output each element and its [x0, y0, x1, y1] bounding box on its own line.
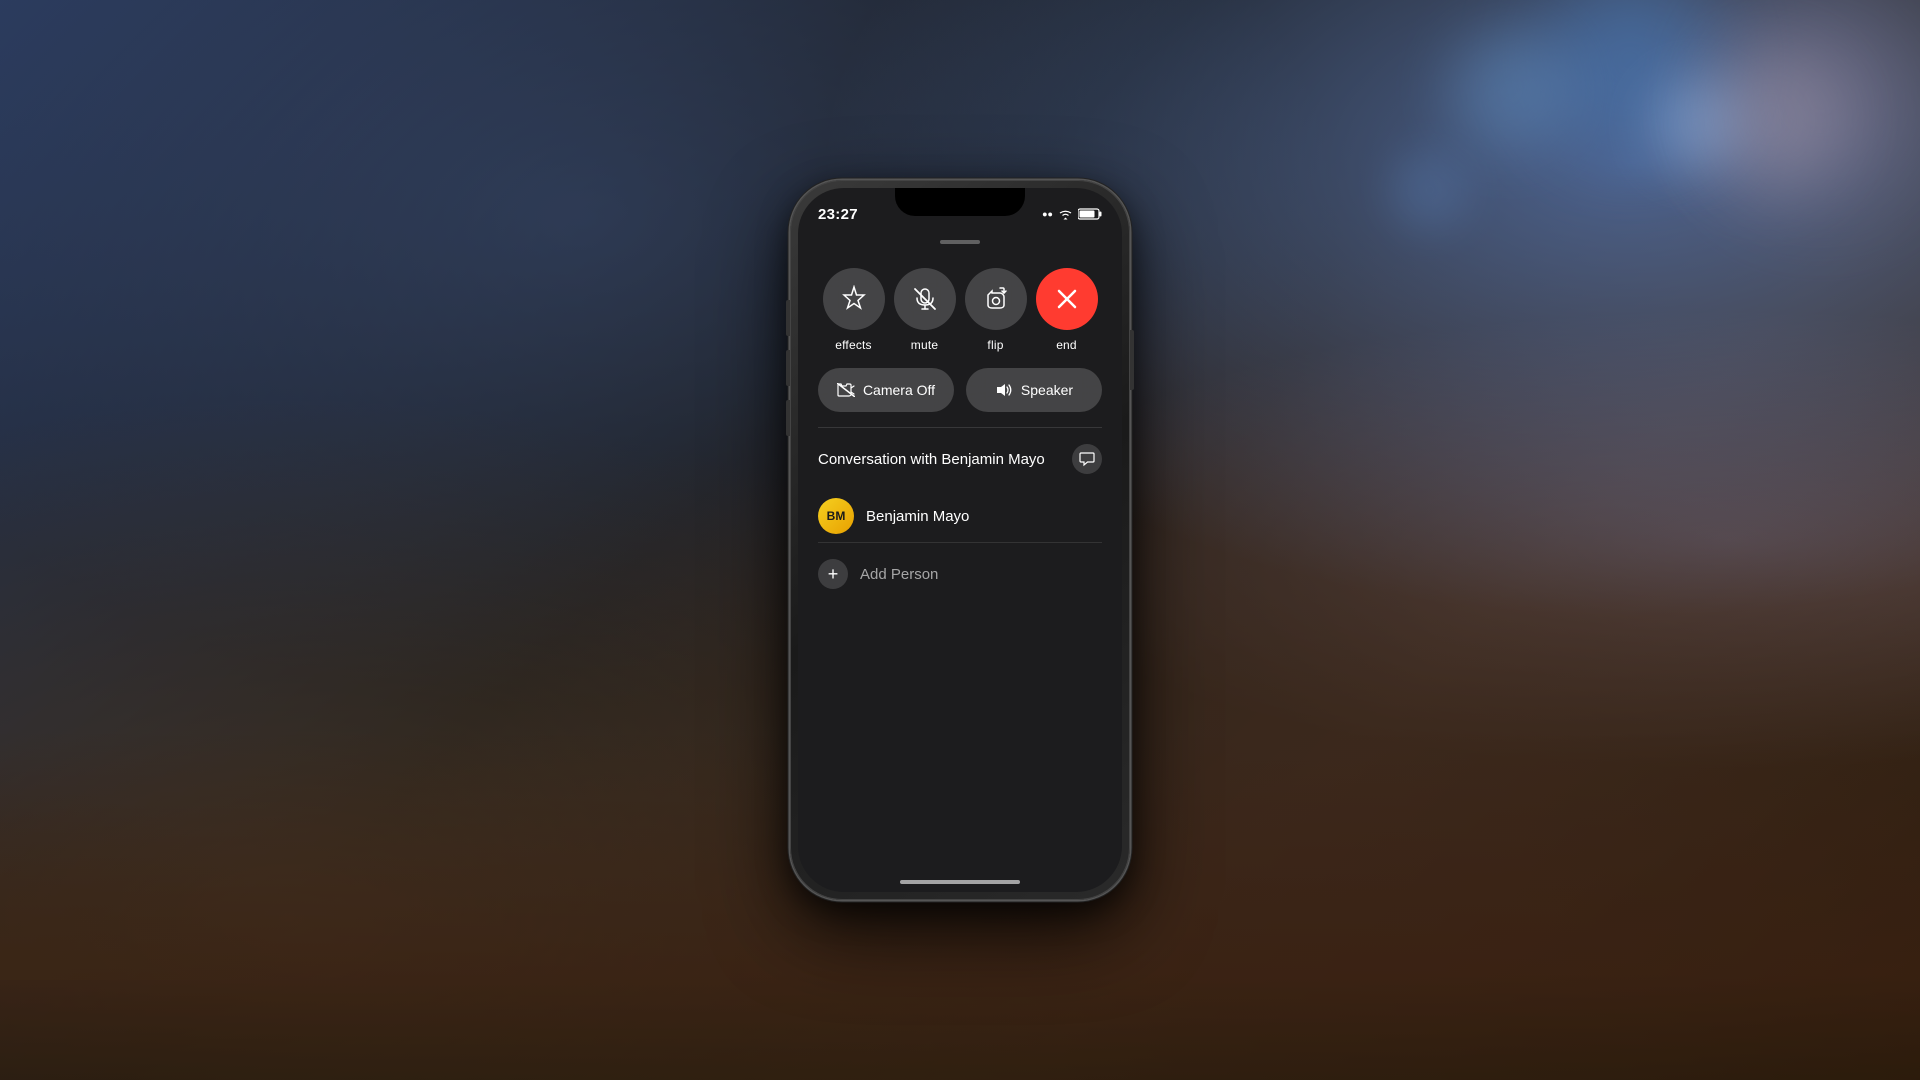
contact-row: BM Benjamin Mayo: [818, 490, 1102, 543]
conversation-header: Conversation with Benjamin Mayo: [818, 444, 1102, 474]
mute-label: mute: [911, 338, 938, 352]
flip-button-circle: [965, 268, 1027, 330]
plus-icon: +: [828, 565, 839, 583]
star-icon: [840, 285, 868, 313]
flip-label: flip: [987, 338, 1003, 352]
notch: [895, 188, 1025, 216]
camera-off-button[interactable]: Camera Off: [818, 368, 954, 412]
status-icons: ●●: [1042, 208, 1102, 220]
speaker-icon: [995, 383, 1013, 397]
mic-off-icon: [911, 285, 939, 313]
message-icon-button[interactable]: [1072, 444, 1102, 474]
end-button-circle: [1036, 268, 1098, 330]
end-call-icon: [1053, 285, 1081, 313]
signal-icon: ●●: [1042, 209, 1053, 219]
end-button[interactable]: end: [1036, 268, 1098, 352]
wifi-icon: [1058, 209, 1073, 220]
main-buttons-row: effects: [818, 268, 1102, 352]
secondary-buttons-row: Camera Off Speaker: [818, 368, 1102, 412]
mute-button-circle: [894, 268, 956, 330]
add-person-row[interactable]: + Add Person: [818, 551, 1102, 597]
chat-bubble-icon: [1079, 451, 1095, 467]
flip-button[interactable]: flip: [965, 268, 1027, 352]
conversation-section: Conversation with Benjamin Mayo BM Benja…: [798, 428, 1122, 597]
camera-flip-icon: [982, 285, 1010, 313]
status-time: 23:27: [818, 206, 858, 223]
conversation-title: Conversation with Benjamin Mayo: [818, 451, 1045, 468]
effects-label: effects: [835, 338, 872, 352]
speaker-button[interactable]: Speaker: [966, 368, 1102, 412]
drag-bar: [940, 240, 980, 244]
battery-icon: [1078, 208, 1102, 220]
home-indicator[interactable]: [900, 880, 1020, 884]
phone-screen: 23:27 ●●: [798, 188, 1122, 892]
end-label: end: [1056, 338, 1077, 352]
effects-button-circle: [823, 268, 885, 330]
bokeh-2: [1450, 30, 1570, 150]
camera-off-icon: [837, 383, 855, 397]
effects-button[interactable]: effects: [823, 268, 885, 352]
phone-outer-shell: 23:27 ●●: [790, 180, 1130, 900]
phone-device: 23:27 ●●: [790, 180, 1130, 900]
controls-area: effects: [798, 248, 1122, 427]
avatar-initials: BM: [827, 509, 846, 523]
bokeh-5: [1700, 50, 1840, 190]
contact-avatar: BM: [818, 498, 854, 534]
mute-button[interactable]: mute: [894, 268, 956, 352]
hand-shadow: [0, 780, 300, 980]
bokeh-6: [1390, 150, 1470, 230]
add-person-icon-circle: +: [818, 559, 848, 589]
call-content: effects: [798, 248, 1122, 862]
camera-off-label: Camera Off: [863, 382, 935, 398]
add-person-label: Add Person: [860, 566, 938, 583]
speaker-label: Speaker: [1021, 382, 1073, 398]
contact-name: Benjamin Mayo: [866, 508, 969, 525]
